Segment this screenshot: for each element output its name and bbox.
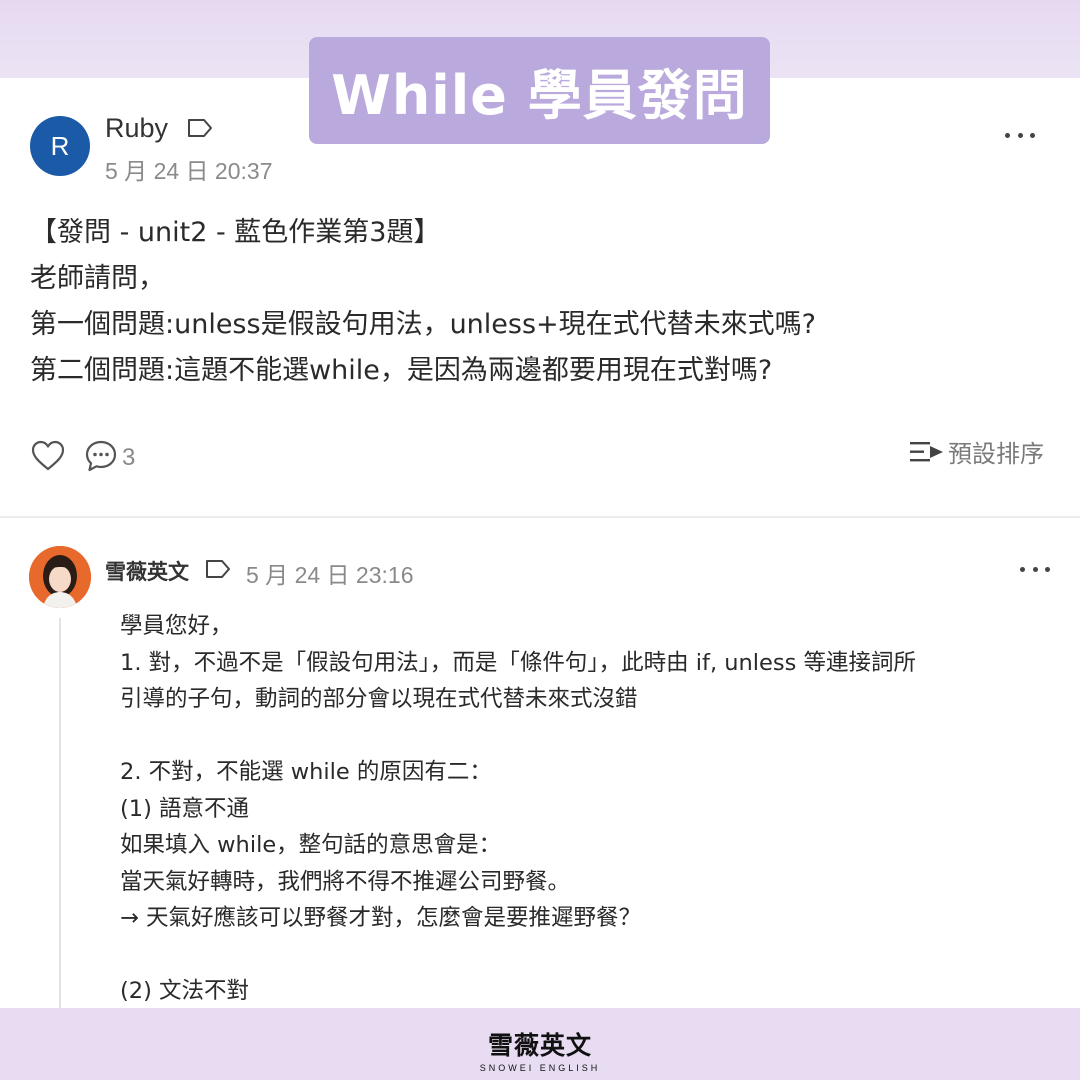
reply-line: 學員您好， <box>120 613 233 639</box>
comment-icon[interactable] <box>84 438 118 474</box>
like-heart-icon[interactable] <box>30 438 66 474</box>
avatar-portrait-icon <box>29 546 91 608</box>
reply-line <box>120 718 1040 755</box>
sort-icon[interactable] <box>910 440 944 464</box>
reply-line: (1) 語意不通 <box>120 795 250 822</box>
reply-line: 引導的子句，動詞的部分會以現在式代替未來式沒錯 <box>120 686 638 712</box>
divider <box>0 516 1080 518</box>
reply-author-name[interactable]: 雪薇英文 <box>105 556 189 586</box>
more-options-icon[interactable] <box>1005 130 1035 140</box>
brand-logo: 雪薇英文 SNOWEI ENGLISH <box>0 1026 1080 1073</box>
comment-count: 3 <box>122 444 136 471</box>
reply-timestamp: 5 月 24 日 23:16 <box>246 562 414 588</box>
post-line: 第一個問題:unless是假設句用法，unless+現在式代替未來式嗎? <box>30 309 816 340</box>
sort-button-label[interactable]: 預設排序 <box>948 434 1044 469</box>
tag-icon <box>188 119 212 137</box>
post-line: 老師請問， <box>30 263 165 294</box>
tag-icon <box>206 560 230 578</box>
reply-line: (2) 文法不對 <box>120 978 250 1004</box>
post-author-name[interactable]: Ruby <box>105 113 168 144</box>
reply-body: 學員您好， 1. 對，不過不是「假設句用法」，而是「條件句」，此時由 if, u… <box>120 608 1040 1010</box>
post-line: 第二個問題:這題不能選while，是因為兩邊都要用現在式對嗎? <box>30 355 773 386</box>
reply-line: 當天氣好轉時，我們將不得不推遲公司野餐。 <box>120 868 571 895</box>
post-timestamp: 5 月 24 日 20:37 <box>105 158 273 184</box>
reply-more-options-icon[interactable] <box>1020 564 1050 574</box>
brand-name-en: SNOWEI ENGLISH <box>479 1063 601 1073</box>
avatar[interactable]: R <box>30 116 90 176</box>
post-body: 【發問 - unit2 - 藍色作業第3題】 老師請問， 第一個問題:unles… <box>30 210 1050 394</box>
reply-line: 2. 不對，不能選 while 的原因有二： <box>120 759 492 785</box>
thread-line <box>59 618 61 1008</box>
post-line: 【發問 - unit2 - 藍色作業第3題】 <box>30 217 441 248</box>
reply-line <box>120 937 1040 974</box>
reply-avatar[interactable] <box>29 546 91 608</box>
reply-line: 如果填入 while，整句話的意思會是： <box>120 832 502 858</box>
reply-line: 1. 對，不過不是「假設句用法」，而是「條件句」，此時由 if, unless … <box>120 649 916 676</box>
title-banner: While 學員發問 <box>309 37 770 144</box>
reply-line: → 天氣好應該可以野餐才對，怎麼會是要推遲野餐？ <box>120 905 642 931</box>
brand-name-cn: 雪薇英文 <box>487 1031 592 1060</box>
